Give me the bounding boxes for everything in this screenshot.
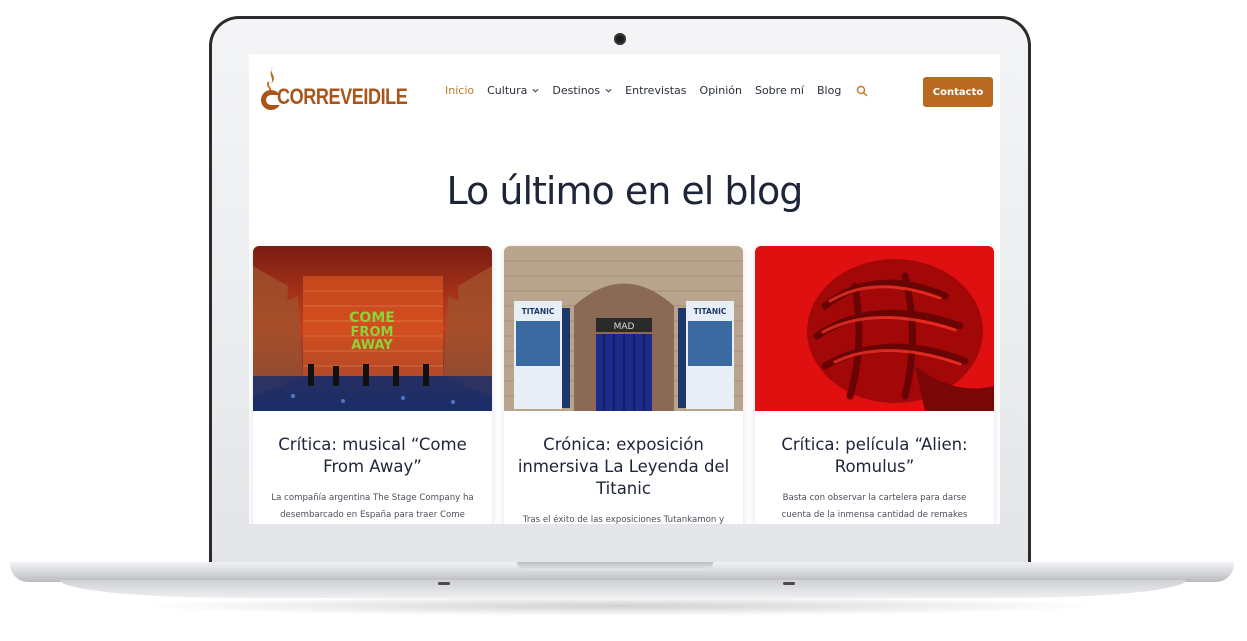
nav-label: Inicio — [445, 84, 475, 97]
post-excerpt: Basta con observar la cartelera para dar… — [781, 493, 968, 520]
laptop-shadow — [130, 596, 1110, 616]
post-card-alien-romulus[interactable]: Crítica: película “Alien: Romulus” Basta… — [755, 246, 994, 524]
post-card-titanic[interactable]: MAD TITANIC TITANIC Crónica: exposición … — [504, 246, 743, 524]
post-image-building: MAD TITANIC TITANIC — [504, 246, 743, 411]
chevron-down-icon — [532, 88, 539, 93]
nav-label: Entrevistas — [625, 84, 687, 97]
post-excerpt: Tras el éxito de las exposiciones Tutank… — [522, 515, 725, 524]
image-text-away: AWAY — [351, 338, 393, 353]
nav-label: Opinión — [699, 84, 742, 97]
nav-item-opinion[interactable]: Opinión — [700, 84, 742, 97]
webcam — [614, 33, 626, 45]
nav-label: Destinos — [552, 84, 601, 97]
post-title[interactable]: Crónica: exposición inmersiva La Leyenda… — [516, 434, 731, 500]
nav-item-cultura[interactable]: Cultura — [487, 84, 539, 97]
search-icon[interactable] — [856, 85, 868, 97]
nav-item-blog[interactable]: Blog — [817, 84, 841, 97]
post-title[interactable]: Crítica: musical “Come From Away” — [265, 434, 480, 478]
section-title: Lo último en el blog — [446, 169, 804, 213]
logo-text: CORREVEIDILE — [277, 84, 408, 109]
image-text-come: COME — [349, 310, 395, 326]
laptop-screen: CORREVEIDILE Inicio Cultura Destinos Ent… — [249, 54, 1000, 524]
nav-label: Sobre mí — [754, 84, 804, 97]
post-image-alien — [755, 246, 994, 411]
laptop-base-bottom — [60, 580, 1186, 598]
image-text-titanic-left: TITANIC — [522, 307, 555, 316]
laptop-foot-right — [783, 582, 795, 585]
image-text-titanic-right: TITANIC — [694, 307, 727, 316]
nav-item-entrevistas[interactable]: Entrevistas — [625, 84, 686, 97]
post-image-stage: COME FROM AWAY — [253, 246, 492, 411]
post-title[interactable]: Crítica: película “Alien: Romulus” — [767, 434, 982, 478]
laptop-foot-left — [438, 582, 450, 585]
laptop-opening-notch — [517, 562, 713, 570]
site-logo[interactable]: CORREVEIDILE — [257, 62, 436, 112]
nav-label: Blog — [816, 84, 842, 97]
post-excerpt: La compañía argentina The Stage Company … — [271, 493, 474, 520]
nav-item-sobre-mi[interactable]: Sobre mí — [755, 84, 804, 97]
post-card-come-from-away[interactable]: COME FROM AWAY Crítica: musical “Come Fr… — [253, 246, 492, 524]
nav-item-inicio[interactable]: Inicio — [445, 84, 474, 97]
nav-item-destinos[interactable]: Destinos — [552, 84, 612, 97]
image-text-mad: MAD — [614, 322, 635, 332]
nav-label: Cultura — [487, 84, 528, 97]
main-nav: Inicio Cultura Destinos Entrevistas Opin… — [445, 84, 868, 97]
contact-button[interactable]: Contacto — [923, 77, 993, 107]
chevron-down-icon — [605, 88, 612, 93]
